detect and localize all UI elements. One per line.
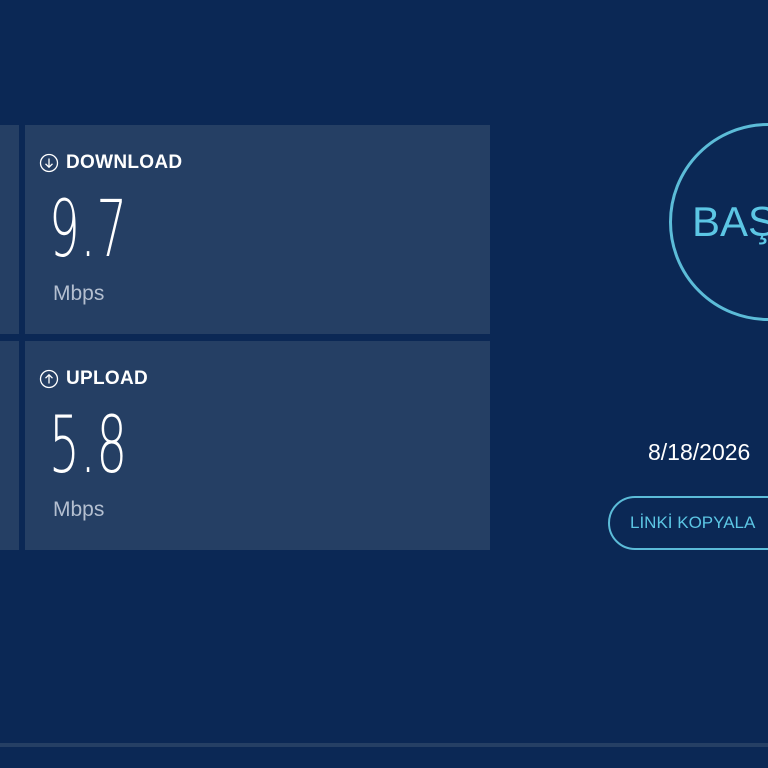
upload-label: UPLOAD bbox=[66, 368, 149, 389]
bottom-divider bbox=[0, 743, 768, 747]
arrow-up-circle-icon bbox=[39, 369, 59, 389]
copy-link-label: LİNKİ KOPYALA bbox=[630, 513, 756, 532]
upload-header: UPLOAD bbox=[39, 368, 148, 390]
start-test-label: BAŞ bbox=[692, 198, 768, 245]
download-unit: Mbps bbox=[53, 282, 105, 305]
previous-metric-panel-top bbox=[0, 125, 19, 334]
upload-unit: Mbps bbox=[53, 498, 105, 521]
upload-panel: UPLOAD 5.8 Mbps bbox=[25, 341, 490, 550]
result-date: 8/18/2026 bbox=[648, 439, 751, 465]
download-value: 9.7 bbox=[49, 185, 128, 275]
download-panel: DOWNLOAD 9.7 Mbps bbox=[25, 125, 490, 334]
previous-metric-panel-bottom bbox=[0, 341, 19, 550]
copy-link-button[interactable]: LİNKİ KOPYALA bbox=[608, 496, 768, 550]
download-header: DOWNLOAD bbox=[39, 152, 182, 174]
download-label: DOWNLOAD bbox=[66, 152, 183, 173]
speed-test-page: DOWNLOAD 9.7 Mbps UPLOAD 5.8 Mbps BAŞ 8/… bbox=[0, 0, 768, 768]
start-test-button[interactable]: BAŞ bbox=[669, 123, 768, 321]
upload-value: 5.8 bbox=[49, 401, 128, 491]
arrow-down-circle-icon bbox=[39, 153, 59, 173]
